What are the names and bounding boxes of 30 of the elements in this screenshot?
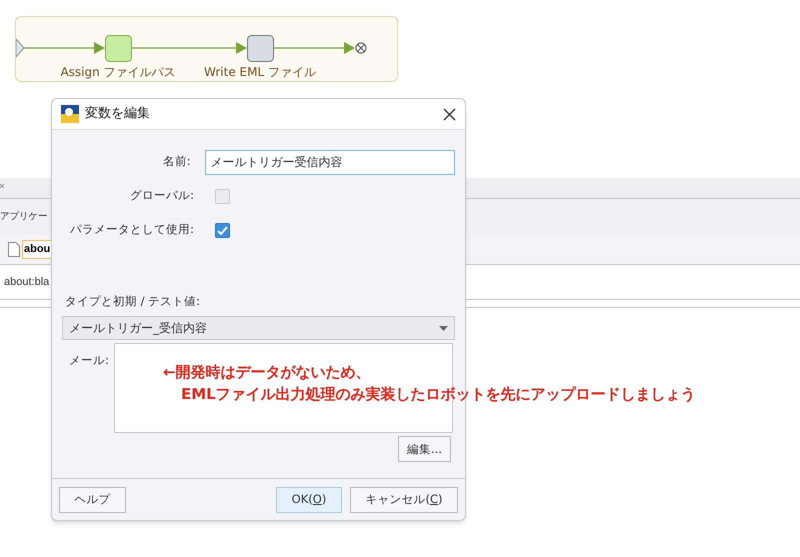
mail-text-area[interactable] [114, 343, 453, 434]
caret-icon [439, 326, 448, 331]
section-label: アプリケー [0, 210, 48, 224]
process-step-node[interactable] [105, 35, 132, 62]
address-text: about:bla [4, 274, 50, 290]
dialog-button[interactable]: キャンセル(C) [350, 486, 458, 512]
field-label: 名前: [162, 153, 191, 170]
field-label: グローバル: [129, 187, 194, 204]
end-node-icon [356, 42, 366, 54]
step-label: Assign ファイルパス [60, 64, 176, 81]
checkmark-icon [217, 226, 228, 234]
dialog-button[interactable]: ヘルプ [59, 486, 126, 512]
field-label: パラメータとして使用: [69, 221, 194, 238]
app-logo-icon [61, 105, 79, 123]
dialog-title: 変数を編集 [85, 105, 150, 124]
dialog-button[interactable]: OK(O) [276, 486, 342, 512]
document-icon [8, 242, 20, 257]
annotation-line: EMLファイル出力処理のみ実装したロボットを先にアップロードしましょう [180, 384, 696, 405]
mail-label: メール: [68, 352, 110, 370]
process-step-node[interactable] [247, 35, 274, 62]
close-icon[interactable] [443, 108, 456, 120]
name-input-field[interactable]: メールトリガー受信内容 [205, 150, 455, 174]
annotation-line: ←開発時はデータがないため、 [163, 362, 372, 383]
browser-tab[interactable]: abou [22, 240, 52, 259]
type-dropdown[interactable]: メールトリガー_受信内容 [62, 316, 455, 340]
edit-button[interactable]: 編集... [398, 436, 451, 462]
type-label: タイプと初期 / テスト値: [64, 293, 202, 310]
checkbox[interactable] [215, 222, 230, 238]
step-label: Write EML ファイル [204, 64, 316, 81]
start-marker-icon [16, 38, 25, 58]
